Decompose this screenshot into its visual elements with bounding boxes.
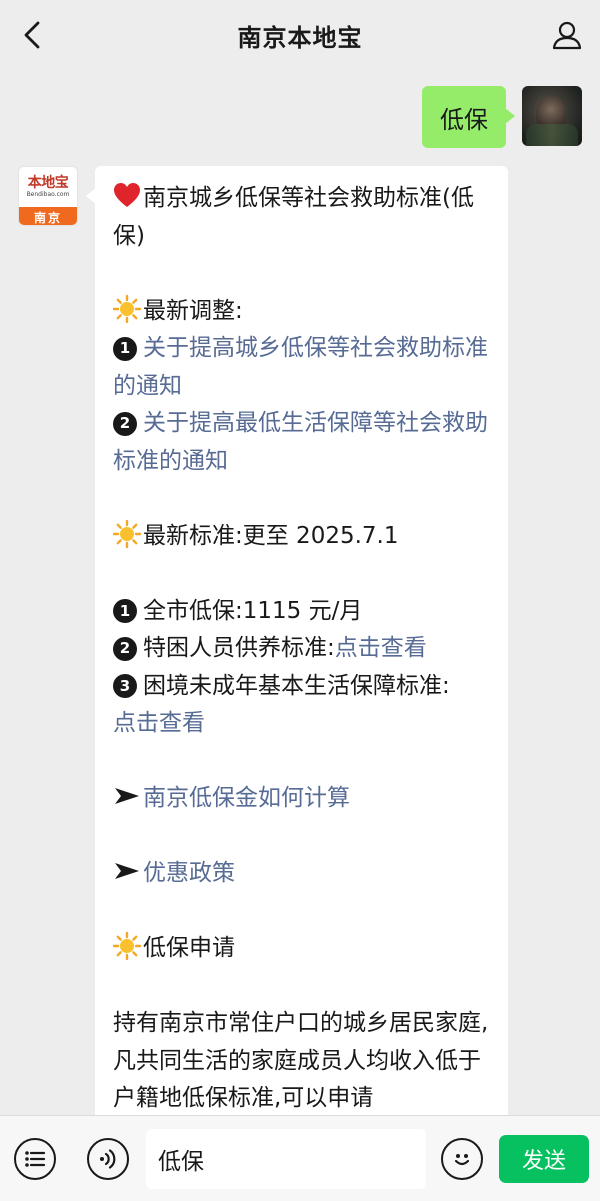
standard-text-3: 困境未成年基本生活保障标准: (143, 672, 450, 699)
brand-avatar[interactable]: 本地宝 Bendibao.com 南京 (18, 166, 78, 226)
user-avatar[interactable] (522, 86, 582, 146)
sun-icon (113, 932, 141, 960)
adjust-item-2: 2 关于提高最低生活保障等社会救助标准的通知 (113, 405, 490, 480)
message-input-text: 低保 (158, 1149, 204, 1175)
brand-logo-subtext: Bendibao.com (26, 190, 70, 198)
standard-item-1: 1 全市低保:1115 元/月 (113, 593, 490, 631)
view-link-2[interactable]: 点击查看 (335, 635, 427, 661)
outgoing-bubble[interactable]: 低保 (422, 86, 515, 148)
number-badge: 2 (113, 411, 137, 436)
article-title-line: 南京城乡低保等社会救助标准(低保) (113, 180, 490, 255)
chat-info-button[interactable] (548, 16, 586, 54)
chevron-left-icon (24, 21, 40, 49)
heart-icon (114, 183, 140, 207)
arrow-right-icon (115, 863, 139, 879)
chat-screen: 南京本地宝 低保 本地宝 Bendibao.com 南京 南京城乡低保等社会救助… (0, 0, 600, 1201)
smiley-icon (454, 1154, 470, 1166)
arrow-right-icon (115, 788, 139, 804)
menu-button[interactable] (14, 1138, 56, 1180)
input-bar: 低保 发送 (0, 1115, 600, 1201)
adjust-link-2[interactable]: 关于提高最低生活保障等社会救助标准的通知 (113, 410, 488, 474)
list-icon (25, 1151, 46, 1167)
standard-text-2: 特困人员供养标准: (143, 635, 335, 661)
arrow-item-2: 优惠政策 (113, 855, 490, 893)
sun-icon (113, 294, 141, 323)
number-badge: 2 (113, 636, 137, 661)
number-badge: 3 (113, 674, 137, 699)
adjust-link-1[interactable]: 关于提高城乡低保等社会救助标准的通知 (113, 335, 488, 399)
person-icon (552, 21, 582, 50)
view-link-3[interactable]: 点击查看 (113, 710, 205, 736)
section-heading-text: 最新标准:更至 2025.7.1 (143, 522, 399, 549)
standard-item-3: 3 困境未成年基本生活保障标准: 点击查看 (113, 668, 490, 743)
back-button[interactable] (14, 17, 50, 53)
message-input[interactable]: 低保 (146, 1129, 426, 1189)
arrow-item-1: 南京低保金如何计算 (113, 780, 490, 818)
incoming-bubble: 南京城乡低保等社会救助标准(低保) 最新调整: 1 关于提高城乡低保等社会救助标准… (86, 166, 508, 1166)
incoming-message: 本地宝 Bendibao.com 南京 南京城乡低保等社会救助标准(低保) 最新… (18, 166, 508, 1166)
brand-logo-text: 本地宝 (27, 174, 69, 191)
standard-item-2: 2 特困人员供养标准:点击查看 (113, 630, 490, 668)
number-badge: 1 (113, 599, 137, 624)
number-badge: 1 (113, 336, 137, 361)
section-heading-adjust: 最新调整: (113, 293, 490, 331)
calc-link[interactable]: 南京低保金如何计算 (143, 785, 350, 811)
standard-text-1: 全市低保:1115 元/月 (143, 597, 363, 624)
section-heading-text: 低保申请 (143, 935, 235, 961)
brand-city-label: 南京 (19, 207, 77, 225)
chat-title: 南京本地宝 (237, 23, 363, 52)
send-button[interactable]: 发送 (499, 1135, 589, 1183)
outgoing-text: 低保 (440, 105, 488, 134)
sun-icon (113, 519, 141, 548)
outgoing-message: 低保 (422, 86, 582, 148)
policy-link[interactable]: 优惠政策 (143, 860, 235, 886)
section-heading-standard: 最新标准:更至 2025.7.1 (113, 518, 490, 556)
adjust-item-1: 1 关于提高城乡低保等社会救助标准的通知 (113, 330, 490, 405)
brand-logo: 本地宝 Bendibao.com (19, 167, 77, 207)
voice-icon (100, 1149, 116, 1169)
article-title: 南京城乡低保等社会救助标准(低保) (113, 185, 474, 249)
section-heading-text: 最新调整: (143, 297, 243, 324)
section-heading-apply: 低保申请 (113, 930, 490, 968)
chat-header: 南京本地宝 (0, 0, 600, 70)
emoji-button[interactable] (441, 1138, 483, 1180)
voice-button[interactable] (87, 1138, 129, 1180)
apply-paragraph: 持有南京市常住户口的城乡居民家庭,凡共同生活的家庭成员人均收入低于户籍地低保标准… (113, 1010, 489, 1111)
